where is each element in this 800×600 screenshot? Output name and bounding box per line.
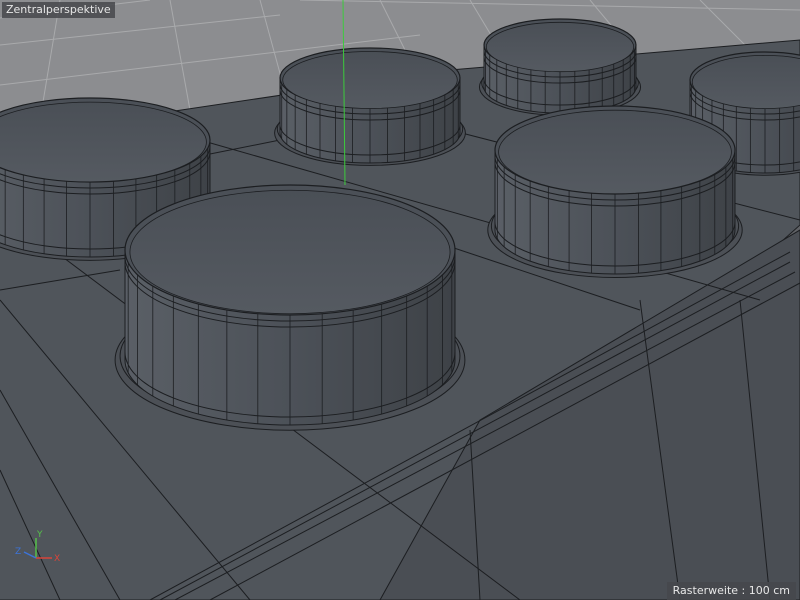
z-axis-label: Z	[15, 547, 21, 557]
stud[interactable]	[478, 18, 642, 116]
grid-spacing-readout: Rasterweite : 100 cm	[666, 582, 796, 600]
scene-canvas[interactable]	[0, 0, 800, 600]
z-axis-gizmo-line	[23, 551, 37, 559]
viewport-name-label[interactable]: Zentralperspektive	[2, 2, 115, 18]
x-axis-label: X	[54, 554, 60, 564]
stud[interactable]	[114, 184, 466, 431]
axis-gizmo: Y X Z	[6, 530, 66, 570]
stud[interactable]	[487, 105, 743, 279]
y-axis-label: Y	[36, 530, 43, 540]
stud[interactable]	[274, 47, 466, 166]
3d-viewport[interactable]: Zentralperspektive Y X Z Rasterweite : 1…	[0, 0, 800, 600]
